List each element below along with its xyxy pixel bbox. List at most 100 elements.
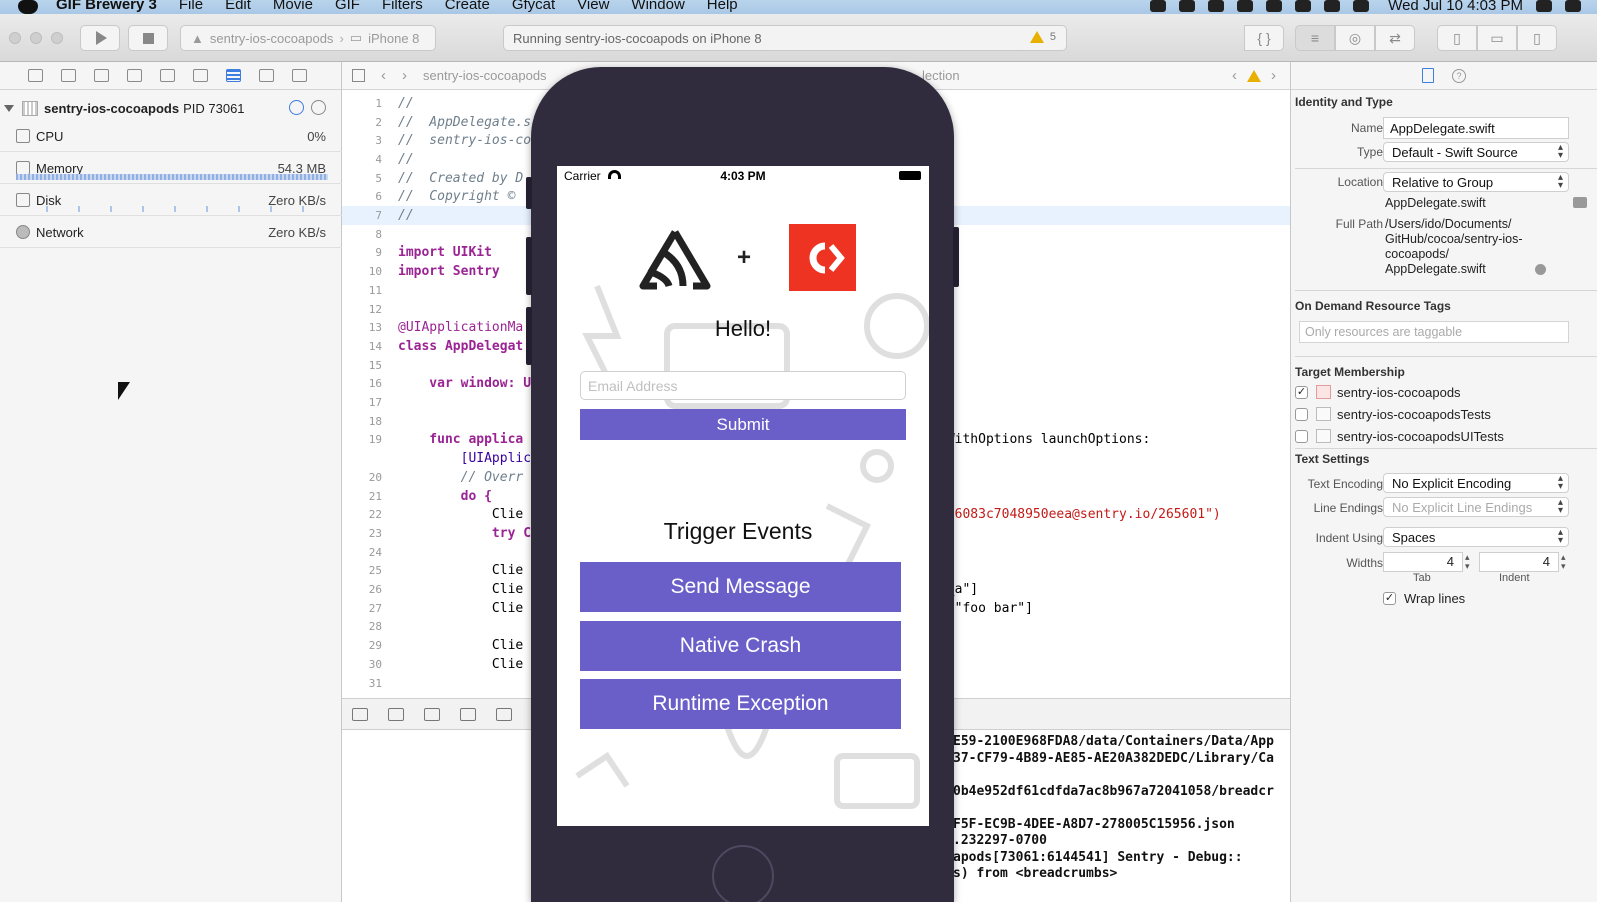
toggle-inspector-button[interactable]: ▯ xyxy=(1517,25,1557,51)
quick-help-icon[interactable]: ? xyxy=(1452,68,1466,83)
previous-issue-icon[interactable]: ‹ xyxy=(1232,67,1237,84)
target-checkbox[interactable]: ✓ xyxy=(1295,385,1308,399)
breakpoints-toggle-icon[interactable] xyxy=(388,707,404,721)
back-arrow-icon[interactable]: ‹ xyxy=(381,67,386,84)
battery-icon[interactable] xyxy=(1353,0,1370,12)
submit-button[interactable]: Submit xyxy=(580,409,906,440)
indent-width-field[interactable]: 4 xyxy=(1479,552,1559,572)
spotlight-icon[interactable] xyxy=(1536,0,1552,12)
menu-file[interactable]: File xyxy=(179,0,203,13)
folder-icon[interactable] xyxy=(28,69,43,82)
close-window-button[interactable] xyxy=(9,32,21,44)
menu-gfycat[interactable]: Gfycat xyxy=(512,0,555,13)
reveal-in-finder-icon[interactable] xyxy=(1535,264,1546,275)
mascot-icon[interactable] xyxy=(1237,0,1254,12)
jump-bar-symbol[interactable]: lection xyxy=(922,68,960,83)
scheme-selector[interactable]: ▲ sentry-ios-cocoapods › ▭ iPhone 8 xyxy=(180,25,436,51)
identity-section-title: Identity and Type xyxy=(1295,95,1393,109)
menu-help[interactable]: Help xyxy=(707,0,738,13)
warning-nav-icon[interactable] xyxy=(160,69,175,82)
menu-edit[interactable]: Edit xyxy=(225,0,251,13)
test-icon[interactable] xyxy=(193,69,208,82)
indent-width-stepper[interactable]: ▴ ▾ xyxy=(1561,553,1571,571)
file-inspector-icon[interactable] xyxy=(1422,68,1434,83)
standard-editor-button[interactable]: ≡ xyxy=(1295,25,1335,51)
warning-indicator[interactable]: 5 xyxy=(1029,31,1056,43)
hierarchy-icon[interactable] xyxy=(94,69,109,82)
menu-create[interactable]: Create xyxy=(445,0,490,13)
gauge-cpu[interactable]: CPU 0% xyxy=(0,120,342,152)
stop-button[interactable] xyxy=(128,25,168,51)
indent-using-select[interactable]: Spaces ▴ ▾ xyxy=(1383,527,1569,547)
pause-circle-icon[interactable] xyxy=(311,100,326,115)
disclosure-triangle-icon[interactable] xyxy=(4,104,14,112)
tab-width-stepper[interactable]: ▴ ▾ xyxy=(1465,553,1475,571)
pause-icon[interactable] xyxy=(424,707,440,721)
step-over-icon[interactable] xyxy=(460,707,476,721)
assistant-editor-button[interactable]: ◎ xyxy=(1335,25,1375,51)
library-button[interactable]: { } xyxy=(1244,25,1284,51)
line-number: 10 xyxy=(368,265,382,279)
target-row[interactable]: ✓ sentry-ios-cocoapods xyxy=(1295,382,1461,402)
password-icon[interactable] xyxy=(1208,0,1225,12)
target-row[interactable]: sentry-ios-cocoapodsTests xyxy=(1295,404,1491,424)
toggle-navigator-button[interactable]: ▯ xyxy=(1437,25,1477,51)
location-select[interactable]: Relative to Group ▴ ▾ xyxy=(1383,172,1569,192)
source-control-icon[interactable] xyxy=(61,69,76,82)
zoom-window-button[interactable] xyxy=(51,32,63,44)
tools-icon[interactable] xyxy=(1266,0,1283,12)
process-row[interactable]: sentry-ios-cocoapods PID 73061 xyxy=(0,98,342,118)
gauge-network[interactable]: Network Zero KB/s xyxy=(0,216,342,248)
fullpath-line: cocoapods/ xyxy=(1385,247,1449,261)
minimize-window-button[interactable] xyxy=(30,32,42,44)
step-into-icon[interactable] xyxy=(496,707,512,721)
line-number: 21 xyxy=(368,489,382,503)
report-icon[interactable] xyxy=(292,69,307,82)
encoding-select[interactable]: No Explicit Encoding ▴ ▾ xyxy=(1383,473,1569,493)
issue-warning-icon[interactable] xyxy=(1247,69,1261,82)
target-checkbox[interactable] xyxy=(1295,407,1308,421)
menu-window[interactable]: Window xyxy=(631,0,684,13)
debug-navigator-icon[interactable] xyxy=(226,69,241,82)
type-select[interactable]: Default - Swift Source ▴ ▾ xyxy=(1383,142,1569,162)
email-field[interactable]: Email Address xyxy=(580,371,906,400)
app-status-icon[interactable] xyxy=(1179,0,1196,12)
related-items-icon[interactable] xyxy=(352,69,365,82)
jump-bar-file[interactable]: sentry-ios-cocoapods xyxy=(423,68,547,83)
toggle-debug-area-button[interactable]: ▭ xyxy=(1477,25,1517,51)
forward-arrow-icon[interactable]: › xyxy=(402,67,407,84)
apple-icon[interactable] xyxy=(18,0,38,14)
target-row[interactable]: sentry-ios-cocoapodsUITests xyxy=(1295,426,1504,446)
menu-clock[interactable]: Wed Jul 10 4:03 PM xyxy=(1388,0,1523,14)
hide-debug-area-icon[interactable] xyxy=(352,707,368,721)
next-issue-icon[interactable]: › xyxy=(1271,67,1276,84)
breakpoint-icon[interactable] xyxy=(259,69,274,82)
version-editor-button[interactable]: ⇄ xyxy=(1375,25,1415,51)
tab-width-field[interactable]: 4 xyxy=(1383,552,1463,572)
odr-tags-field[interactable]: Only resources are taggable xyxy=(1299,321,1569,343)
app-menu[interactable]: GIF Brewery 3 xyxy=(56,0,157,13)
menu-filters[interactable]: Filters xyxy=(382,0,423,13)
native-crash-button[interactable]: Native Crash xyxy=(580,621,901,671)
wifi-icon[interactable] xyxy=(1324,0,1341,12)
home-button[interactable] xyxy=(712,845,774,902)
wrap-lines-checkbox[interactable]: ✓ xyxy=(1383,591,1396,605)
gauge-memory[interactable]: Memory 54.3 MB xyxy=(0,152,342,184)
search-icon[interactable] xyxy=(127,69,142,82)
menu-gif[interactable]: GIF xyxy=(335,0,360,13)
choose-folder-icon[interactable] xyxy=(1573,197,1587,208)
gauge-icon[interactable] xyxy=(289,100,304,115)
runtime-exception-button[interactable]: Runtime Exception xyxy=(580,679,901,729)
menu-view[interactable]: View xyxy=(577,0,609,13)
airplay-icon[interactable] xyxy=(1295,0,1312,12)
run-button[interactable] xyxy=(80,25,120,51)
target-checkbox[interactable] xyxy=(1295,429,1308,443)
notification-center-icon[interactable] xyxy=(1565,0,1581,12)
wrap-lines-row[interactable]: ✓ Wrap lines xyxy=(1383,588,1465,608)
menu-movie[interactable]: Movie xyxy=(273,0,313,13)
line-endings-select[interactable]: No Explicit Line Endings ▴ ▾ xyxy=(1383,497,1569,517)
name-field[interactable]: AppDelegate.swift xyxy=(1383,117,1569,139)
gauge-disk[interactable]: Disk Zero KB/s xyxy=(0,184,342,216)
send-message-button[interactable]: Send Message xyxy=(580,562,901,612)
dropbox-icon[interactable] xyxy=(1150,0,1167,12)
